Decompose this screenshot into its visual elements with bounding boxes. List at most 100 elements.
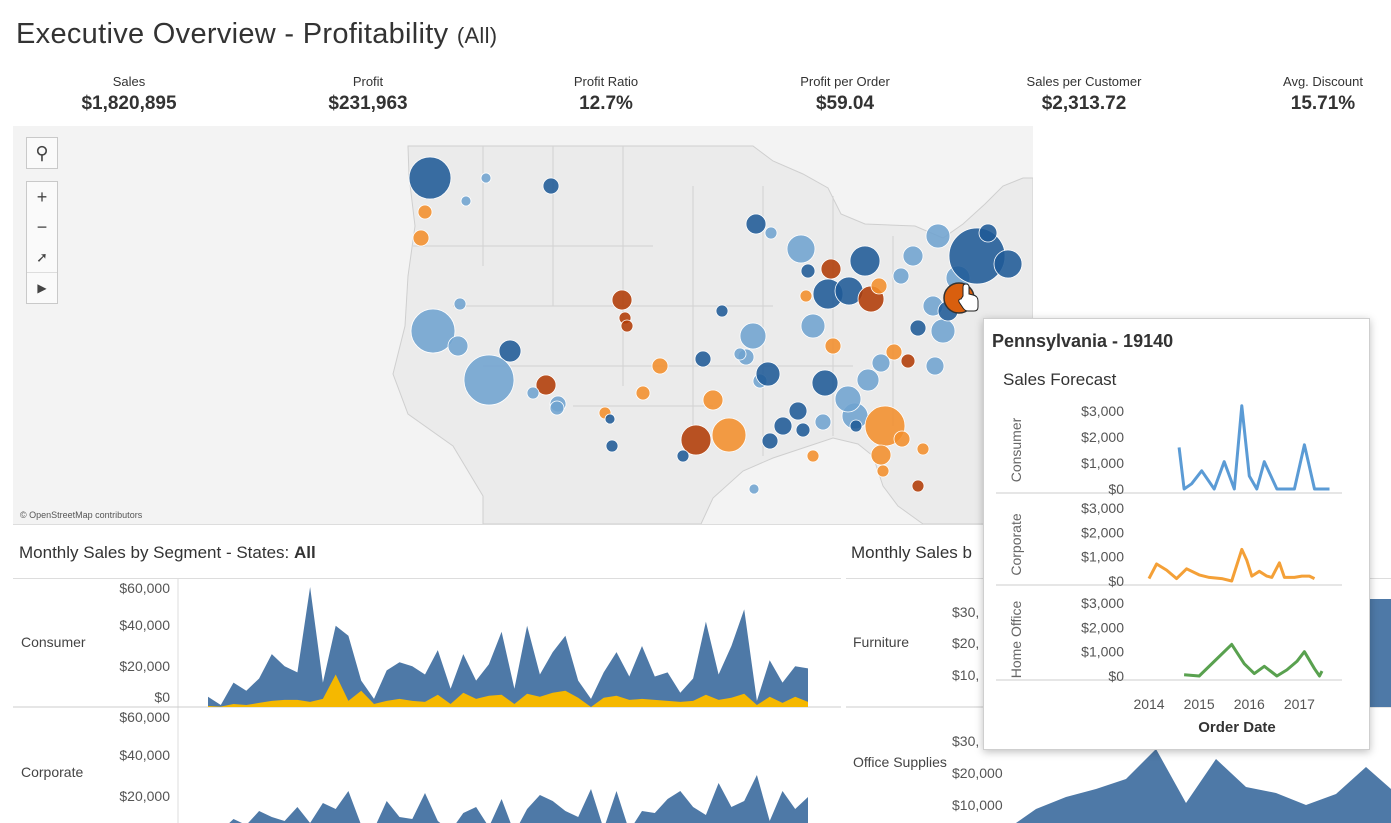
zoom-out-icon[interactable]: − <box>27 212 57 242</box>
map-zoom-tools[interactable]: + − ➚ ▶ <box>26 181 58 304</box>
map-bubble[interactable] <box>755 361 781 387</box>
map-bubble[interactable] <box>460 195 472 207</box>
map-bubble[interactable] <box>849 419 863 433</box>
map-bubble[interactable] <box>902 245 924 267</box>
map-bubble[interactable] <box>814 413 832 431</box>
map-bubble[interactable] <box>417 204 433 220</box>
map-bubble[interactable] <box>604 413 616 425</box>
map-bubble[interactable] <box>871 353 891 373</box>
y-tick-label: $20,000 <box>119 788 170 804</box>
map-bubble[interactable] <box>764 226 778 240</box>
row-label-furniture: Furniture <box>853 634 909 650</box>
map-bubble[interactable] <box>800 313 826 339</box>
map-bubble[interactable] <box>788 401 808 421</box>
title-filter: (All) <box>456 23 498 48</box>
map-bubble[interactable] <box>748 483 760 495</box>
map-bubble[interactable] <box>694 350 712 368</box>
kpi-label: Sales per Customer <box>1026 74 1142 89</box>
map-bubble[interactable] <box>635 385 651 401</box>
y-tick-label: $60,000 <box>119 709 170 725</box>
kpi-profit-per-order: Profit per Order $59.04 <box>745 74 945 115</box>
row-label-corporate: Corporate <box>21 764 83 780</box>
map-bubble[interactable] <box>453 297 467 311</box>
map-bubble[interactable] <box>799 289 813 303</box>
map-bubble[interactable] <box>795 422 811 438</box>
y-tick-label: $1,000 <box>1081 549 1124 565</box>
y-tick-label: $2,000 <box>1081 429 1124 445</box>
map-bubble[interactable] <box>463 354 515 406</box>
map-bubble[interactable] <box>849 245 881 277</box>
map-bubble[interactable] <box>876 464 890 478</box>
map-bubble[interactable] <box>925 223 951 249</box>
map-bubble[interactable] <box>549 400 565 416</box>
zoom-in-icon[interactable]: + <box>27 182 57 212</box>
map-bubble[interactable] <box>761 432 779 450</box>
map-bubble[interactable] <box>800 263 816 279</box>
search-icon[interactable]: ⚲ <box>27 138 57 168</box>
map-bubble[interactable] <box>702 389 724 411</box>
map-bubble[interactable] <box>856 368 880 392</box>
map-search-tool[interactable]: ⚲ <box>26 137 58 169</box>
right-panel-title: Monthly Sales b <box>851 543 972 562</box>
map-bubble[interactable] <box>733 347 747 361</box>
map-bubble[interactable] <box>447 335 469 357</box>
map-bubble[interactable] <box>993 249 1023 279</box>
map-bubble[interactable] <box>786 234 816 264</box>
play-icon[interactable]: ▶ <box>27 272 57 303</box>
y-tick-label: $0 <box>1108 481 1124 497</box>
map-bubble[interactable] <box>824 337 842 355</box>
map-bubble[interactable] <box>911 479 925 493</box>
map-bubble[interactable] <box>930 318 956 344</box>
y-tick-label: $3,000 <box>1081 595 1124 611</box>
map-bubble[interactable] <box>893 430 911 448</box>
segment-sales-panel[interactable]: Consumer Corporate $60,000 $40,000 $20,0… <box>13 578 841 823</box>
facet-label: Corporate <box>1008 513 1024 575</box>
map-bubble[interactable] <box>925 356 945 376</box>
segment-area-chart[interactable]: Consumer Corporate $60,000 $40,000 $20,0… <box>13 579 841 823</box>
map-bubble[interactable] <box>834 385 862 413</box>
pin-icon[interactable]: ➚ <box>27 242 57 272</box>
map-bubble[interactable] <box>605 439 619 453</box>
map-canvas[interactable] <box>13 126 1033 524</box>
kpi-profit-ratio: Profit Ratio 12.7% <box>506 74 706 115</box>
facet-label: Consumer <box>1008 417 1024 482</box>
map-bubble[interactable] <box>773 416 793 436</box>
kpi-label: Profit <box>352 74 384 89</box>
kpi-value: $1,820,895 <box>81 93 177 114</box>
map-bubble[interactable] <box>651 357 669 375</box>
map-bubble[interactable] <box>870 444 892 466</box>
forecast-line-home-office <box>1183 642 1324 678</box>
map-bubble[interactable] <box>909 319 927 337</box>
map-bubble[interactable] <box>611 289 633 311</box>
map-bubble[interactable] <box>480 172 492 184</box>
map-bubble[interactable] <box>811 369 839 397</box>
map-bubble[interactable] <box>408 156 452 200</box>
y-tick-label: $1,000 <box>1081 644 1124 660</box>
y-tick-label: $20,000 <box>119 658 170 674</box>
map-bubble[interactable] <box>978 223 998 243</box>
map-bubble[interactable] <box>542 177 560 195</box>
map-bubble[interactable] <box>412 229 430 247</box>
kpi-profit: Profit $231,963 <box>268 74 468 115</box>
title-text: Executive Overview - Profitability <box>16 18 449 50</box>
map-bubble[interactable] <box>820 258 842 280</box>
map-bubble[interactable] <box>806 449 820 463</box>
map-bubble[interactable] <box>870 277 888 295</box>
map-bubble[interactable] <box>711 417 747 453</box>
map-bubble[interactable] <box>715 304 729 318</box>
y-tick-label: $40,000 <box>119 747 170 763</box>
kpi-value: $2,313.72 <box>1041 93 1127 114</box>
map-bubble[interactable] <box>739 322 767 350</box>
dashboard-title: Executive Overview - Profitability (All) <box>16 18 497 51</box>
map-bubble[interactable] <box>526 386 540 400</box>
map-bubble[interactable] <box>620 319 634 333</box>
y-tick-label: $0 <box>1108 668 1124 684</box>
map-bubble[interactable] <box>676 449 690 463</box>
map-bubble[interactable] <box>900 353 916 369</box>
map-bubble[interactable] <box>892 267 910 285</box>
map-attribution: © OpenStreetMap contributors <box>20 510 143 520</box>
y-tick-label: $2,000 <box>1081 524 1124 540</box>
map-bubble[interactable] <box>745 213 767 235</box>
profit-map[interactable]: ⚲ + − ➚ ▶ © OpenStreetMap contributors <box>13 126 1033 525</box>
map-bubble[interactable] <box>916 442 930 456</box>
